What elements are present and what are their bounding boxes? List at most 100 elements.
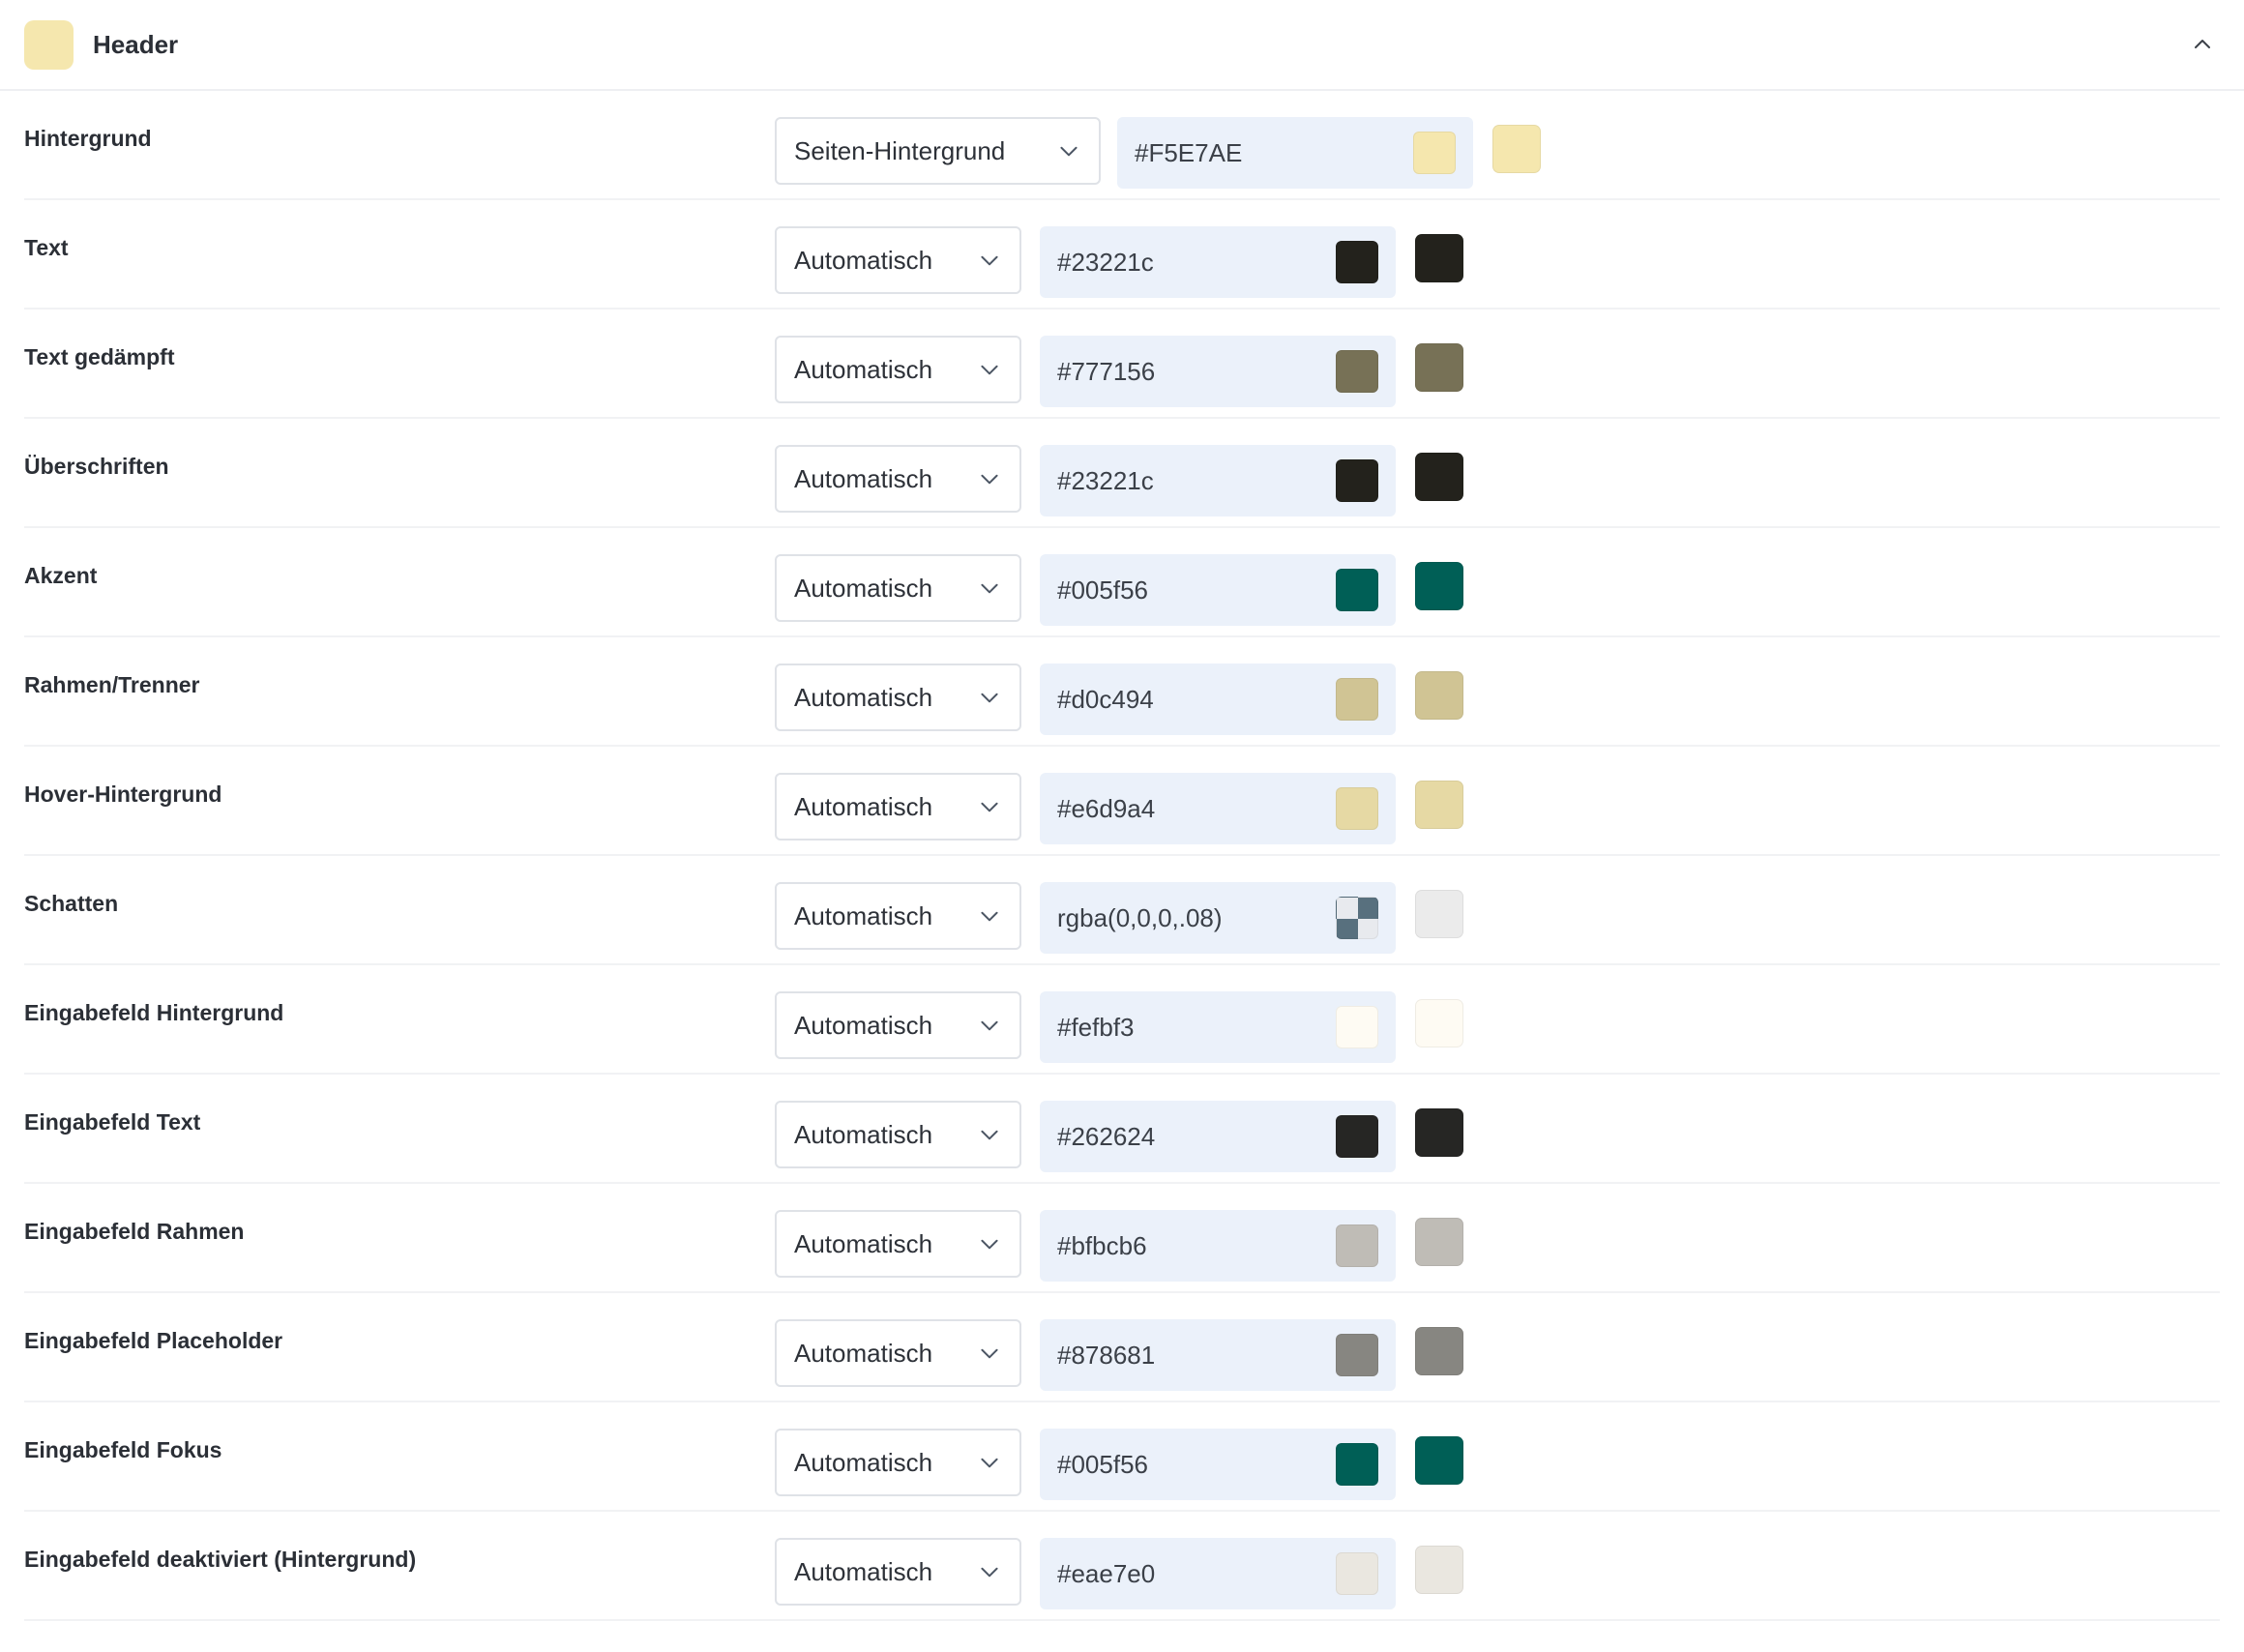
chevron-down-icon: [981, 1458, 998, 1468]
color-preview-swatch: [1415, 1108, 1463, 1157]
color-preview-swatch: [1415, 1436, 1463, 1485]
color-source-select[interactable]: Automatisch: [775, 1210, 1021, 1278]
chevron-down-icon: [1060, 146, 1078, 157]
chevron-down-icon: [981, 583, 998, 594]
color-source-select[interactable]: Automatisch: [775, 336, 1021, 403]
color-value-input[interactable]: #262624: [1040, 1101, 1396, 1172]
panel-title: Header: [93, 29, 179, 59]
chevron-down-icon: [981, 1567, 998, 1578]
color-setting-row: Akzent Automatisch #005f56: [24, 528, 2220, 637]
color-value-text: #005f56: [1057, 1449, 1148, 1479]
color-setting-row: Eingabefeld Rahmen Automatisch #bfbcb6: [24, 1184, 2220, 1293]
color-value-input[interactable]: #23221c: [1040, 445, 1396, 516]
color-source-select[interactable]: Automatisch: [775, 1429, 1021, 1496]
color-preview-swatch: [1415, 1218, 1463, 1266]
color-picker-swatch[interactable]: [1336, 897, 1378, 939]
color-source-select[interactable]: Automatisch: [775, 1101, 1021, 1168]
setting-label: Eingabefeld Hintergrund: [24, 1000, 284, 1025]
color-value-input[interactable]: #fefbf3: [1040, 991, 1396, 1063]
color-picker-swatch[interactable]: [1336, 787, 1378, 830]
color-value-input[interactable]: #005f56: [1040, 554, 1396, 626]
chevron-down-icon: [981, 365, 998, 375]
color-preview-swatch: [1415, 999, 1463, 1047]
color-picker-swatch[interactable]: [1336, 1443, 1378, 1486]
color-setting-row: Hover-Hintergrund Automatisch #e6d9a4: [24, 747, 2220, 856]
header-color-panel: Header Hintergrund Seiten-Hintergrund #F5E…: [0, 0, 2244, 1652]
setting-label: Rahmen/Trenner: [24, 672, 200, 697]
color-preview-swatch: [1415, 1546, 1463, 1594]
select-value: Automatisch: [794, 354, 933, 384]
panel-header[interactable]: Header: [0, 0, 2244, 91]
select-value: Automatisch: [794, 1447, 933, 1477]
setting-label: Text: [24, 235, 69, 260]
color-value-input[interactable]: #eae7e0: [1040, 1538, 1396, 1609]
color-picker-swatch[interactable]: [1413, 132, 1456, 174]
color-setting-row: Rahmen/Trenner Automatisch #d0c494: [24, 637, 2220, 747]
color-picker-swatch[interactable]: [1336, 1552, 1378, 1595]
setting-label: Überschriften: [24, 454, 169, 479]
color-preview-swatch: [1415, 234, 1463, 282]
color-source-select[interactable]: Automatisch: [775, 445, 1021, 513]
setting-label: Eingabefeld Fokus: [24, 1437, 222, 1462]
color-preview-swatch: [1415, 562, 1463, 610]
setting-label: Eingabefeld deaktiviert (Hintergrund): [24, 1547, 417, 1572]
chevron-down-icon: [981, 255, 998, 266]
color-preview-swatch: [1415, 671, 1463, 720]
color-value-text: #eae7e0: [1057, 1558, 1156, 1588]
color-source-select[interactable]: Automatisch: [775, 773, 1021, 841]
color-value-input[interactable]: #e6d9a4: [1040, 773, 1396, 844]
setting-label: Schatten: [24, 891, 119, 916]
color-value-input[interactable]: #F5E7AE: [1117, 117, 1473, 189]
setting-label: Akzent: [24, 563, 98, 588]
color-value-input[interactable]: rgba(0,0,0,.08): [1040, 882, 1396, 954]
color-source-select[interactable]: Automatisch: [775, 226, 1021, 294]
color-preview-swatch: [1415, 343, 1463, 392]
color-value-text: #fefbf3: [1057, 1012, 1135, 1042]
select-value: Automatisch: [794, 791, 933, 821]
color-source-select[interactable]: Automatisch: [775, 1538, 1021, 1606]
color-value-text: #23221c: [1057, 465, 1154, 495]
color-picker-swatch[interactable]: [1336, 459, 1378, 502]
collapse-button[interactable]: [2185, 27, 2220, 62]
color-picker-swatch[interactable]: [1336, 350, 1378, 393]
color-source-select[interactable]: Automatisch: [775, 991, 1021, 1059]
select-value: Seiten-Hintergrund: [794, 135, 1006, 165]
color-source-select[interactable]: Automatisch: [775, 554, 1021, 622]
color-source-select[interactable]: Seiten-Hintergrund: [775, 117, 1101, 185]
color-source-select[interactable]: Automatisch: [775, 882, 1021, 950]
color-picker-swatch[interactable]: [1336, 1006, 1378, 1048]
color-preview-swatch: [1415, 890, 1463, 938]
color-value-input[interactable]: #878681: [1040, 1319, 1396, 1391]
color-value-input[interactable]: #23221c: [1040, 226, 1396, 298]
chevron-down-icon: [981, 1020, 998, 1031]
color-preview-swatch: [1492, 125, 1541, 173]
color-value-input[interactable]: #d0c494: [1040, 664, 1396, 735]
color-setting-row: Text gedämpft Automatisch #777156: [24, 310, 2220, 419]
color-value-text: #878681: [1057, 1340, 1156, 1370]
color-value-input[interactable]: #005f56: [1040, 1429, 1396, 1500]
color-preview-swatch: [1415, 453, 1463, 501]
color-setting-row: Schatten Automatisch rgba(0,0,0,.08): [24, 856, 2220, 965]
chevron-down-icon: [981, 693, 998, 703]
color-source-select[interactable]: Automatisch: [775, 664, 1021, 731]
color-picker-swatch[interactable]: [1336, 569, 1378, 611]
color-picker-swatch[interactable]: [1336, 241, 1378, 283]
color-preview-swatch: [1415, 781, 1463, 829]
color-picker-swatch[interactable]: [1336, 1224, 1378, 1267]
color-setting-row: Text Automatisch #23221c: [24, 200, 2220, 310]
select-value: Automatisch: [794, 1556, 933, 1586]
color-value-text: rgba(0,0,0,.08): [1057, 902, 1223, 932]
select-value: Automatisch: [794, 1228, 933, 1258]
chevron-down-icon: [981, 1348, 998, 1359]
chevron-down-icon: [981, 1130, 998, 1140]
color-picker-swatch[interactable]: [1336, 1115, 1378, 1158]
setting-label: Hover-Hintergrund: [24, 782, 222, 807]
color-value-input[interactable]: #777156: [1040, 336, 1396, 407]
color-source-select[interactable]: Automatisch: [775, 1319, 1021, 1387]
color-picker-swatch[interactable]: [1336, 1334, 1378, 1376]
select-value: Automatisch: [794, 1119, 933, 1149]
color-value-text: #262624: [1057, 1121, 1156, 1151]
setting-label: Eingabefeld Text: [24, 1109, 201, 1135]
color-value-input[interactable]: #bfbcb6: [1040, 1210, 1396, 1282]
color-picker-swatch[interactable]: [1336, 678, 1378, 721]
